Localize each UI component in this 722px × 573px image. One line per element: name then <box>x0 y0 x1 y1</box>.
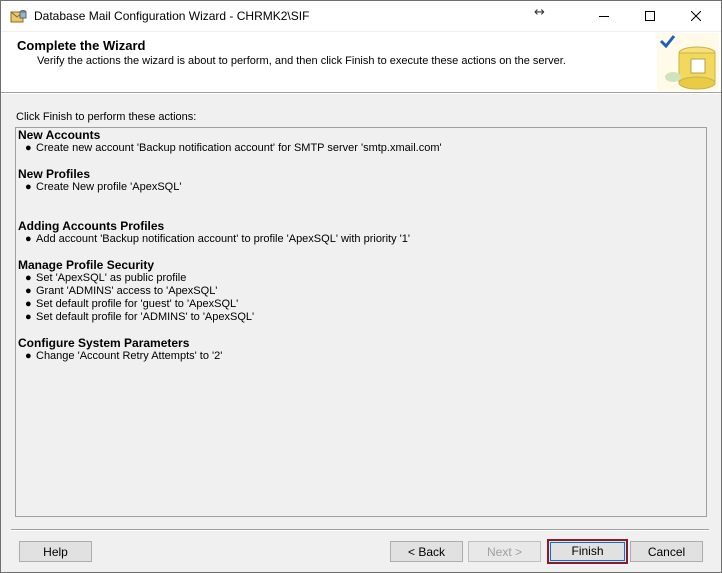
close-button[interactable] <box>673 1 719 31</box>
window-title: Database Mail Configuration Wizard - CHR… <box>34 9 310 23</box>
actions-report[interactable]: New Accounts ● Create new account 'Backup… <box>15 127 707 517</box>
section-new-accounts: New Accounts ● Create new account 'Backup… <box>18 129 442 155</box>
section-heading: New Profiles <box>18 167 91 181</box>
page-subtitle: Verify the actions the wizard is about t… <box>37 55 566 67</box>
list-item: ● Grant 'ADMINS' access to 'ApexSQL' <box>25 285 218 297</box>
section-heading: Adding Accounts Profiles <box>18 219 165 233</box>
list-item: ● Set default profile for 'ADMINS' to 'Ap… <box>25 311 255 323</box>
section-heading: Manage Profile Security <box>18 258 155 272</box>
section-heading: New Accounts <box>18 128 101 142</box>
resize-arrows-icon: ↔ <box>534 5 545 20</box>
next-button[interactable]: Next > <box>468 541 541 562</box>
database-mail-app-icon <box>10 10 27 23</box>
minimize-button[interactable] <box>581 1 627 31</box>
close-icon <box>691 11 701 21</box>
wizard-window: Database Mail Configuration Wizard - CHR… <box>0 0 722 573</box>
help-button[interactable]: Help <box>19 541 92 562</box>
list-item: ● Set default profile for 'guest' to 'Ape… <box>25 298 239 310</box>
finish-button[interactable]: Finish <box>547 539 628 564</box>
footer-divider <box>11 529 709 531</box>
section-new-profiles: New Profiles ● Create New profile 'ApexSQ… <box>18 168 181 194</box>
back-button[interactable]: < Back <box>390 541 463 562</box>
maximize-icon <box>645 11 655 21</box>
maximize-button[interactable] <box>627 1 673 31</box>
list-item: ● Add account 'Backup notification accoun… <box>25 233 410 245</box>
wizard-banner-icon <box>657 33 719 91</box>
finish-button-label: Finish <box>571 544 604 558</box>
section-heading: Configure System Parameters <box>18 336 190 350</box>
minimize-icon <box>599 16 609 17</box>
section-configure-system-parameters: Configure System Parameters ● Change 'Acc… <box>18 337 222 363</box>
header-divider <box>1 93 721 94</box>
list-item: ● Set 'ApexSQL' as public profile <box>25 272 187 284</box>
instruction-label: Click Finish to perform these actions: <box>16 111 197 123</box>
cancel-button[interactable]: Cancel <box>630 541 703 562</box>
title-bar[interactable]: Database Mail Configuration Wizard - CHR… <box>1 1 721 31</box>
list-item: ● Create New profile 'ApexSQL' <box>25 181 182 193</box>
list-item: ● Change 'Account Retry Attempts' to '2' <box>25 350 223 362</box>
page-title: Complete the Wizard <box>17 38 146 53</box>
list-item: ● Create new account 'Backup notification… <box>25 142 442 154</box>
section-adding-accounts-profiles: Adding Accounts Profiles ● Add account 'B… <box>18 220 410 246</box>
wizard-header: Complete the Wizard Verify the actions t… <box>1 32 721 93</box>
section-manage-profile-security: Manage Profile Security ● Set 'ApexSQL' a… <box>18 259 254 324</box>
